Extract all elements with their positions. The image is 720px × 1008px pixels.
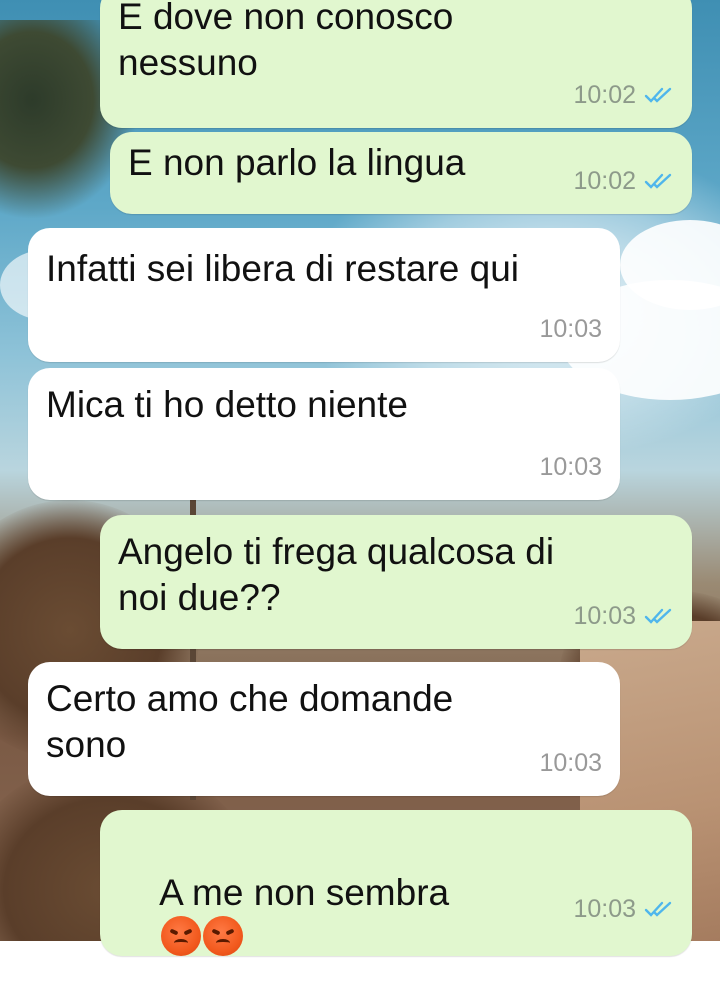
message-bubble-outgoing[interactable]: E dove non conosco nessuno 10:02 bbox=[100, 0, 692, 128]
message-time: 10:02 bbox=[573, 81, 636, 109]
message-time: 10:03 bbox=[539, 749, 602, 777]
angry-face-icon bbox=[161, 916, 202, 956]
double-check-icon bbox=[644, 87, 672, 103]
message-meta: 10:03 bbox=[539, 444, 602, 490]
message-bubble-incoming[interactable]: Mica ti ho detto niente 10:03 bbox=[28, 368, 620, 500]
message-bubble-outgoing[interactable]: Angelo ti frega qualcosa di noi due?? 10… bbox=[100, 515, 692, 649]
message-meta: 10:03 bbox=[573, 886, 674, 932]
message-bubble-outgoing[interactable]: A me non sembra 10:03 bbox=[100, 810, 692, 956]
message-meta: 10:03 bbox=[539, 306, 602, 352]
double-check-icon bbox=[644, 608, 672, 624]
message-bubble-incoming[interactable]: Certo amo che domande sono 10:03 bbox=[28, 662, 620, 796]
message-bubble-outgoing[interactable]: E non parlo la lingua 10:02 bbox=[110, 132, 692, 214]
message-time: 10:03 bbox=[539, 453, 602, 481]
message-meta: 10:03 bbox=[573, 593, 674, 639]
message-meta: 10:02 bbox=[573, 158, 674, 204]
double-check-icon bbox=[644, 901, 672, 917]
message-time: 10:03 bbox=[573, 895, 636, 923]
message-text: Mica ti ho detto niente bbox=[46, 384, 408, 425]
message-time: 10:03 bbox=[539, 315, 602, 343]
angry-face-icon bbox=[203, 916, 244, 956]
message-text: Infatti sei libera di restare qui bbox=[46, 248, 520, 289]
message-time: 10:02 bbox=[573, 167, 636, 195]
message-meta: 10:03 bbox=[539, 740, 602, 786]
message-text: A me non sembra bbox=[159, 872, 450, 913]
message-bubble-incoming[interactable]: Infatti sei libera di restare qui 10:03 bbox=[28, 228, 620, 362]
message-text: Certo amo che domande sono bbox=[46, 678, 454, 765]
message-meta: 10:02 bbox=[573, 72, 674, 118]
message-time: 10:03 bbox=[573, 602, 636, 630]
double-check-icon bbox=[644, 173, 672, 189]
